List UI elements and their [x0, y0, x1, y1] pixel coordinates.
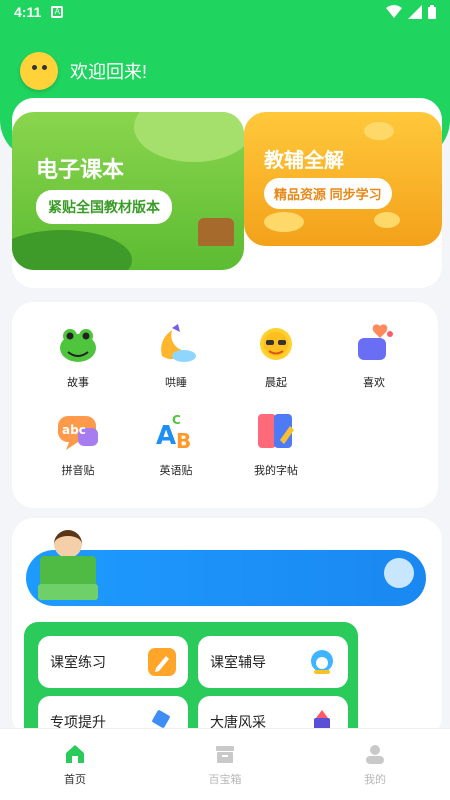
box-icon — [214, 743, 236, 765]
banner-subtitle: 精品资源 同步学习 — [264, 178, 392, 209]
button-label: 课室练习 — [50, 654, 106, 670]
abc-bubble-icon: abc — [56, 410, 100, 454]
grid-item-english[interactable]: ABC 英语贴 — [136, 410, 216, 478]
status-time: 4:11 — [14, 4, 42, 20]
grid-item-sleep[interactable]: 哄睡 — [136, 322, 216, 390]
grid-item-label: 英语贴 — [159, 465, 193, 477]
welcome-text: 欢迎回来! — [70, 62, 148, 82]
tab-label: 首页 — [64, 774, 86, 786]
tab-treasure-box[interactable]: 百宝箱 — [150, 729, 300, 800]
wifi-icon — [386, 5, 402, 18]
pencil-icon — [148, 648, 176, 676]
grid-item-story[interactable]: 故事 — [38, 322, 118, 390]
status-bar: 4:11 A — [0, 0, 450, 24]
svg-text:abc: abc — [62, 423, 86, 437]
class-tutoring-button[interactable]: 课室辅导 — [198, 636, 348, 688]
bottom-tab-bar: 首页 百宝箱 我的 — [0, 728, 450, 800]
grid-item-label: 我的字帖 — [254, 465, 298, 477]
grid-item-morning[interactable]: 晨起 — [236, 322, 316, 390]
sun-icon — [254, 322, 298, 366]
grid-item-copybook[interactable]: 我的字帖 — [236, 410, 316, 478]
app-indicator-icon: A — [51, 6, 64, 18]
banner-title: 教辅全解 — [264, 150, 344, 172]
tab-home[interactable]: 首页 — [0, 729, 150, 800]
tree-icon — [384, 558, 414, 588]
grid-item-label: 哄睡 — [165, 377, 187, 389]
tab-mine[interactable]: 我的 — [300, 729, 450, 800]
grid-item-label: 晨起 — [265, 377, 287, 389]
banner-title: 电子课本 — [36, 157, 125, 182]
grid-item-like[interactable]: 喜欢 — [334, 322, 414, 390]
abc-letters-icon: ABC — [154, 410, 198, 454]
grid-item-label: 故事 — [67, 377, 89, 389]
tab-label: 百宝箱 — [208, 774, 242, 786]
tree-stump-icon — [198, 218, 234, 246]
button-label: 课室辅导 — [210, 654, 266, 670]
grid-item-label: 拼音贴 — [61, 465, 95, 477]
textbook-banner[interactable]: 电子课本 紧贴全国教材版本 — [12, 112, 244, 270]
tab-label: 我的 — [364, 774, 386, 786]
heart-box-icon — [352, 322, 396, 366]
svg-text:C: C — [172, 413, 181, 427]
grid-item-label: 喜欢 — [363, 377, 385, 389]
battery-icon — [428, 5, 436, 19]
notebook-icon — [254, 410, 298, 454]
guide-banner[interactable]: 教辅全解 精品资源 同步学习 — [244, 112, 442, 246]
welcome-section: 欢迎回来! — [20, 52, 147, 90]
svg-text:B: B — [176, 429, 191, 453]
tutor-icon — [308, 648, 336, 676]
frog-icon — [56, 322, 100, 366]
home-icon — [64, 743, 86, 765]
avatar[interactable] — [20, 52, 58, 90]
class-practice-button[interactable]: 课室练习 — [38, 636, 188, 688]
banner-subtitle: 紧贴全国教材版本 — [36, 190, 172, 224]
reading-kid-illustration — [36, 530, 100, 604]
moon-icon — [154, 322, 198, 366]
user-icon — [364, 743, 386, 765]
signal-icon — [408, 5, 422, 19]
grid-item-pinyin[interactable]: abc 拼音贴 — [38, 410, 118, 478]
